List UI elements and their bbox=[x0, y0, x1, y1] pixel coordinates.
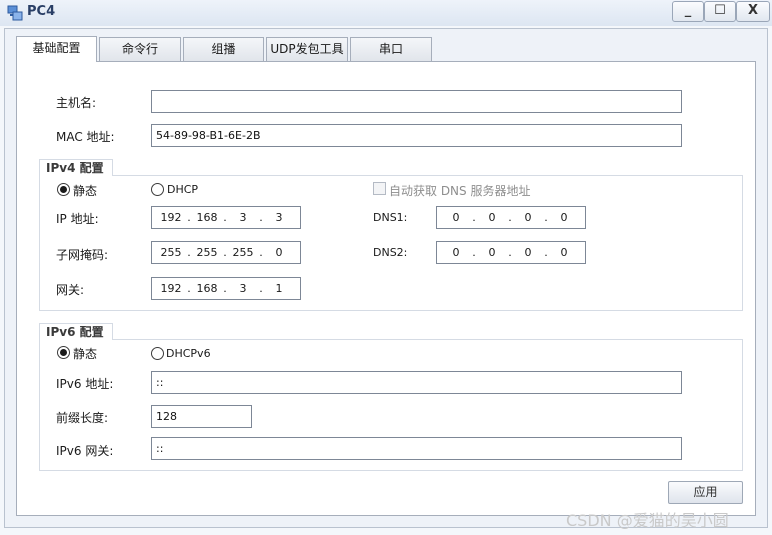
ipv6-address-label: IPv6 地址: bbox=[56, 377, 114, 391]
dns-octet: 0 bbox=[560, 246, 568, 259]
octet-dot: . bbox=[472, 246, 476, 259]
auto-dns-checkbox[interactable] bbox=[373, 182, 386, 195]
octet-dot: . bbox=[544, 211, 548, 224]
tab-basic-config[interactable]: 基础配置 bbox=[16, 36, 97, 62]
dns-octet: 0 bbox=[452, 246, 460, 259]
octet-dot: . bbox=[259, 211, 263, 224]
mac-address-field[interactable]: 54-89-98-B1-6E-2B bbox=[151, 124, 682, 147]
ipv6-dhcpv6-label: DHCPv6 bbox=[166, 347, 211, 360]
octet-dot: . bbox=[508, 246, 512, 259]
mask-octet: 255 bbox=[196, 246, 218, 259]
octet-dot: . bbox=[187, 246, 191, 259]
octet-dot: . bbox=[259, 282, 263, 295]
ipv6-address-input[interactable]: :: bbox=[151, 371, 682, 394]
dns1-label: DNS1: bbox=[373, 211, 408, 224]
octet-dot: . bbox=[187, 211, 191, 224]
hostname-input[interactable] bbox=[151, 90, 682, 113]
ipv4-section-title: IPv4 配置 bbox=[39, 159, 113, 176]
watermark: CSDN @爱猫的吴小圆 bbox=[566, 511, 729, 530]
hostname-label: 主机名: bbox=[56, 96, 97, 110]
ip-octet: 3 bbox=[239, 211, 247, 224]
mac-label: MAC 地址: bbox=[56, 130, 115, 144]
prefix-length-input[interactable]: 128 bbox=[151, 405, 252, 428]
ipv6-dhcpv6-radio[interactable] bbox=[151, 347, 164, 360]
maximize-button[interactable]: ☐ bbox=[704, 1, 736, 22]
gateway-input[interactable]: 192 . 168 . 3 . 1 bbox=[151, 277, 301, 300]
ipv6-static-radio[interactable] bbox=[57, 346, 70, 359]
auto-dns-label: 自动获取 DNS 服务器地址 bbox=[389, 184, 531, 198]
ipv4-dhcp-label: DHCP bbox=[167, 183, 199, 196]
pc-app-icon bbox=[7, 5, 23, 21]
ipv6-gateway-label: IPv6 网关: bbox=[56, 444, 114, 458]
dns-octet: 0 bbox=[524, 211, 532, 224]
apply-button[interactable]: 应用 bbox=[668, 481, 743, 504]
tab-command-line[interactable]: 命令行 bbox=[99, 37, 181, 61]
mask-octet: 0 bbox=[275, 246, 283, 259]
tab-multicast[interactable]: 组播 bbox=[183, 37, 264, 61]
ipv4-static-radio[interactable] bbox=[57, 183, 70, 196]
tab-serial[interactable]: 串口 bbox=[350, 37, 432, 61]
gateway-octet: 192 bbox=[160, 282, 182, 295]
close-button[interactable]: X bbox=[736, 1, 770, 22]
title-bar: PC4 _ ☐ X bbox=[0, 0, 772, 26]
gateway-label: 网关: bbox=[56, 283, 85, 297]
octet-dot: . bbox=[544, 246, 548, 259]
ip-address-input[interactable]: 192 . 168 . 3 . 3 bbox=[151, 206, 301, 229]
mask-octet: 255 bbox=[232, 246, 254, 259]
octet-dot: . bbox=[259, 246, 263, 259]
subnet-mask-input[interactable]: 255 . 255 . 255 . 0 bbox=[151, 241, 301, 264]
gateway-octet: 3 bbox=[239, 282, 247, 295]
gateway-octet: 168 bbox=[196, 282, 218, 295]
octet-dot: . bbox=[472, 211, 476, 224]
dns-octet: 0 bbox=[524, 246, 532, 259]
window-title: PC4 bbox=[27, 4, 56, 19]
dns1-input[interactable]: 0 . 0 . 0 . 0 bbox=[436, 206, 586, 229]
octet-dot: . bbox=[187, 282, 191, 295]
minimize-button[interactable]: _ bbox=[672, 1, 704, 22]
tab-udp-tool[interactable]: UDP发包工具 bbox=[266, 37, 348, 61]
ipv4-static-label: 静态 bbox=[73, 184, 98, 198]
ip-octet: 192 bbox=[160, 211, 182, 224]
mask-octet: 255 bbox=[160, 246, 182, 259]
dns-octet: 0 bbox=[488, 246, 496, 259]
dns-octet: 0 bbox=[488, 211, 496, 224]
octet-dot: . bbox=[223, 211, 227, 224]
octet-dot: . bbox=[508, 211, 512, 224]
ipv6-gateway-input[interactable]: :: bbox=[151, 437, 682, 460]
octet-dot: . bbox=[223, 246, 227, 259]
dns2-input[interactable]: 0 . 0 . 0 . 0 bbox=[436, 241, 586, 264]
subnet-mask-label: 子网掩码: bbox=[56, 248, 109, 262]
ipv6-static-label: 静态 bbox=[73, 347, 98, 361]
ip-octet: 168 bbox=[196, 211, 218, 224]
octet-dot: . bbox=[223, 282, 227, 295]
dns2-label: DNS2: bbox=[373, 246, 408, 259]
ipv6-section-title: IPv6 配置 bbox=[39, 323, 113, 340]
ip-octet: 3 bbox=[275, 211, 283, 224]
gateway-octet: 1 bbox=[275, 282, 283, 295]
dns-octet: 0 bbox=[560, 211, 568, 224]
dns-octet: 0 bbox=[452, 211, 460, 224]
prefix-length-label: 前缀长度: bbox=[56, 411, 109, 425]
ipv4-dhcp-radio[interactable] bbox=[151, 183, 164, 196]
ip-address-label: IP 地址: bbox=[56, 212, 99, 226]
